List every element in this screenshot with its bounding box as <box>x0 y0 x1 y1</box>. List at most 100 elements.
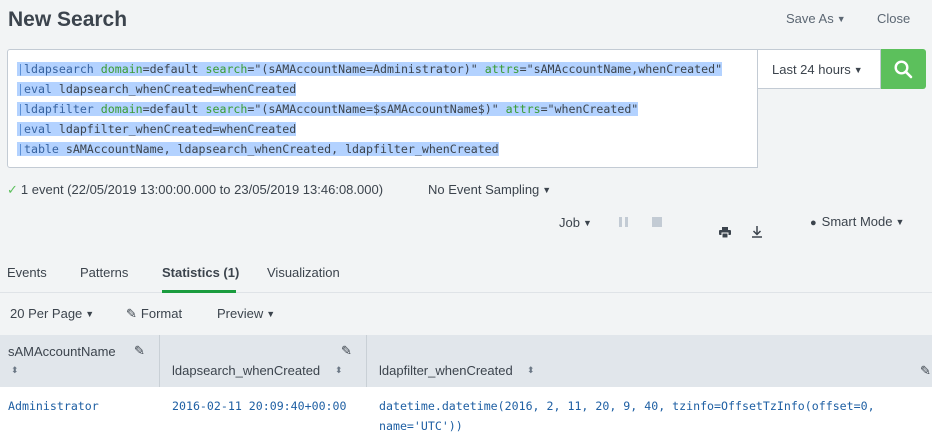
query-token: search <box>205 102 248 116</box>
column-header-ldapfilter-whencreated[interactable]: ldapfilter_whenCreated ⬍ ✎ <box>367 335 932 387</box>
query-line: |ldapfilter domain=default search="(sAMA… <box>17 99 722 119</box>
query-token: ldapfilter_whenCreated=whenCreated <box>51 122 297 136</box>
query-line: |ldapsearch domain=default search="(sAMA… <box>17 59 723 79</box>
query-token: domain <box>100 102 143 116</box>
search-query-editor[interactable]: |ldapsearch domain=default search="(sAMA… <box>7 49 758 168</box>
query-token: ="sAMAccountName,whenCreated" <box>519 62 723 76</box>
per-page-dropdown[interactable]: 20 Per Page ▼ <box>10 306 94 321</box>
page-title: New Search <box>8 8 128 31</box>
sort-icon[interactable]: ⬍ <box>527 365 535 376</box>
query-token: | <box>17 82 24 96</box>
query-token: ="(sAMAccountName=$sAMAccountName$)" <box>247 102 506 116</box>
selected-text: |ldapfilter domain=default search="(sAMA… <box>17 102 639 116</box>
job-label: Job <box>559 215 580 230</box>
close-button[interactable]: Close <box>877 11 910 26</box>
selected-text: |table sAMAccountName, ldapsearch_whenCr… <box>17 142 499 156</box>
event-count-text: 1 event (22/05/2019 13:00:00.000 to 23/0… <box>20 182 384 197</box>
cell-line: datetime.datetime(2016, 2, 11, 20, 9, 40… <box>379 399 875 413</box>
sort-icon[interactable]: ⬍ <box>335 365 343 376</box>
lightbulb-icon: ● <box>810 217 817 229</box>
caret-down-icon: ▼ <box>853 65 863 75</box>
query-token: ldapsearch_whenCreated=whenCreated <box>51 82 297 96</box>
query-token: ldapsearch <box>23 62 94 76</box>
search-icon <box>894 60 913 79</box>
tab-events[interactable]: Events <box>7 265 47 280</box>
save-as-button[interactable]: Save As ▼ <box>786 11 846 26</box>
print-icon[interactable] <box>719 227 731 238</box>
preview-dropdown[interactable]: Preview ▼ <box>217 306 275 321</box>
query-line: |eval ldapsearch_whenCreated=whenCreated <box>17 79 722 99</box>
save-as-label: Save As <box>786 11 834 26</box>
query-token <box>94 62 101 76</box>
pencil-icon[interactable]: ✎ <box>134 343 145 359</box>
download-icon[interactable] <box>751 226 763 238</box>
query-token: ldapfilter <box>23 102 94 116</box>
column-header-ldapsearch-whencreated[interactable]: ✎ ldapsearch_whenCreated ⬍ <box>160 335 367 387</box>
column-label: ldapsearch_whenCreated <box>172 363 321 378</box>
query-token: eval <box>23 82 52 96</box>
pencil-icon[interactable]: ✎ <box>341 343 352 359</box>
query-token: domain <box>100 62 143 76</box>
column-label: ldapfilter_whenCreated <box>379 363 513 378</box>
job-menu-button[interactable]: Job ▼ <box>559 215 592 230</box>
query-token: =default <box>142 62 206 76</box>
cell-ldapsearch-whencreated[interactable]: 2016-02-11 20:09:40+00:00 <box>172 396 347 416</box>
selected-text: |eval ldapfilter_whenCreated=whenCreated <box>17 122 297 136</box>
preview-label: Preview <box>217 306 264 321</box>
caret-down-icon: ▼ <box>895 217 905 227</box>
time-range-picker[interactable]: Last 24 hours ▼ <box>758 49 881 89</box>
sort-icon[interactable]: ⬍ <box>11 365 19 376</box>
results-tabs: Events Patterns Statistics (1) Visualiza… <box>0 256 932 293</box>
per-page-label: 20 Per Page <box>10 306 83 321</box>
search-mode-label: Smart Mode <box>821 214 893 229</box>
query-token: | <box>17 102 24 116</box>
column-header-samaccountname[interactable]: sAMAccountName ✎ ⬍ <box>0 335 160 387</box>
pencil-icon[interactable]: ✎ <box>920 363 931 379</box>
active-tab-indicator <box>162 290 236 293</box>
pencil-icon: ✎ <box>126 306 137 321</box>
event-sampling-dropdown[interactable]: No Event Sampling ▼ <box>428 182 551 197</box>
column-label: sAMAccountName <box>8 344 116 359</box>
tab-patterns[interactable]: Patterns <box>80 265 128 280</box>
query-token: sAMAccountName, ldapsearch_whenCreated, … <box>58 142 499 156</box>
selected-text: |ldapsearch domain=default search="(sAMA… <box>17 62 723 76</box>
table-row: Administrator 2016-02-11 20:09:40+00:00 … <box>0 387 932 441</box>
query-token <box>94 102 101 116</box>
search-mode-dropdown[interactable]: ● Smart Mode ▼ <box>810 214 904 229</box>
query-token: ="(sAMAccountName=Administrator)" <box>247 62 485 76</box>
selected-text: |eval ldapsearch_whenCreated=whenCreated <box>17 82 297 96</box>
format-label: Format <box>140 306 183 321</box>
time-range-label: Last 24 hours <box>772 62 851 77</box>
query-token: search <box>205 62 248 76</box>
query-token: | <box>17 122 24 136</box>
query-token: eval <box>23 122 52 136</box>
cell-samaccountname[interactable]: Administrator <box>8 396 99 416</box>
query-token: ="whenCreated" <box>540 102 639 116</box>
caret-down-icon: ▼ <box>542 185 552 195</box>
tab-visualization[interactable]: Visualization <box>267 265 340 280</box>
query-token: | <box>17 62 24 76</box>
caret-down-icon: ▼ <box>85 309 95 319</box>
query-token: attrs <box>484 62 520 76</box>
caret-down-icon: ▼ <box>836 14 846 24</box>
search-query-text: |ldapsearch domain=default search="(sAMA… <box>17 59 723 159</box>
pause-icon[interactable] <box>619 217 629 227</box>
top-bar: New Search Save As ▼ Close <box>0 0 932 44</box>
search-status: ✓ 1 event (22/05/2019 13:00:00.000 to 23/… <box>7 182 383 198</box>
format-button[interactable]: ✎ Format <box>126 306 182 322</box>
stop-icon[interactable] <box>652 217 662 227</box>
query-line: |eval ldapfilter_whenCreated=whenCreated <box>17 119 722 139</box>
table-header: sAMAccountName ✎ ⬍ ✎ ldapsearch_whenCrea… <box>0 335 932 387</box>
event-sampling-label: No Event Sampling <box>428 182 540 197</box>
query-line: |table sAMAccountName, ldapsearch_whenCr… <box>17 139 722 159</box>
query-token: attrs <box>505 102 541 116</box>
caret-down-icon: ▼ <box>582 218 592 228</box>
query-token: =default <box>142 102 206 116</box>
results-toolbar: 20 Per Page ▼ ✎ Format Preview ▼ <box>0 294 932 336</box>
cell-ldapfilter-whencreated[interactable]: datetime.datetime(2016, 2, 11, 20, 9, 40… <box>379 396 875 436</box>
search-submit-button[interactable] <box>881 49 926 89</box>
tab-statistics[interactable]: Statistics (1) <box>162 265 239 280</box>
query-token: table <box>23 142 59 156</box>
cell-line: name='UTC')) <box>379 419 463 433</box>
query-token: | <box>17 142 24 156</box>
